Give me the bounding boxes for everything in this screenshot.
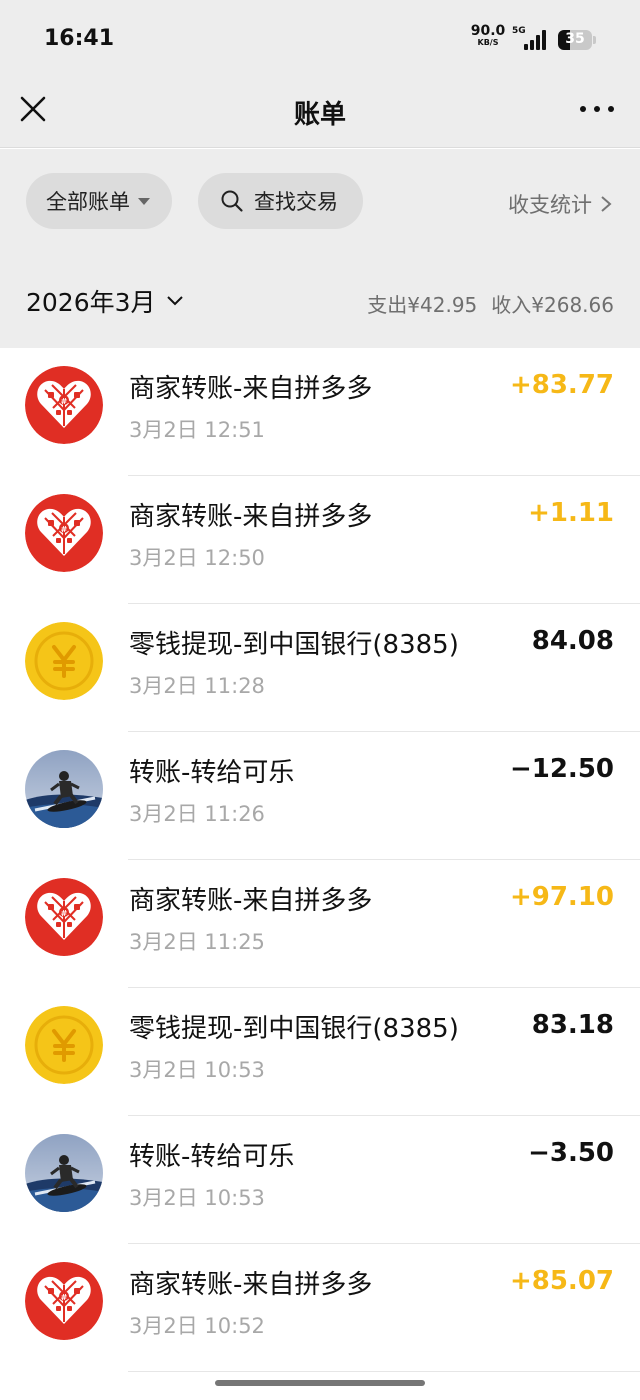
month-expense: 支出¥42.95 — [367, 293, 478, 317]
yuan-coin-icon — [25, 1006, 103, 1084]
more-icon — [580, 106, 586, 112]
transaction-time: 3月2日 10:53 — [129, 1058, 265, 1082]
transaction-list: # 商家转账-来自拼多多 3月2日 12:51 +83.77 # 商家转账-来自拼多… — [0, 348, 640, 1372]
signal-icon — [524, 30, 548, 50]
transaction-time: 3月2日 10:52 — [129, 1314, 265, 1338]
search-icon — [221, 190, 243, 212]
transaction-row[interactable]: # 商家转账-来自拼多多 3月2日 11:25 +97.10 — [0, 860, 640, 988]
pinduoduo-icon: # — [25, 366, 103, 444]
network-speed-unit: KB/S — [477, 38, 499, 47]
network-speed-value: 90.0 — [470, 23, 506, 39]
svg-text:#: # — [61, 397, 68, 406]
transaction-icon: # — [25, 878, 103, 956]
pinduoduo-icon: # — [25, 878, 103, 956]
transaction-row[interactable]: # 商家转账-来自拼多多 3月2日 12:51 +83.77 — [0, 348, 640, 476]
transaction-icon: # — [25, 1262, 103, 1340]
status-bar: 16:41 90.0 KB/S 5G 35 — [0, 0, 640, 78]
caret-down-icon — [138, 197, 150, 205]
chevron-right-icon — [601, 196, 612, 212]
search-transactions-button[interactable]: 查找交易 — [198, 173, 363, 229]
status-time: 16:41 — [44, 26, 115, 51]
transaction-time: 3月2日 12:51 — [129, 418, 265, 442]
month-summary: 支出¥42.95 收入¥268.66 — [367, 289, 614, 318]
stats-label: 收支统计 — [508, 193, 592, 217]
more-button[interactable] — [580, 96, 614, 122]
transaction-title: 零钱提现-到中国银行(8385) — [129, 630, 459, 660]
user-avatar — [25, 1134, 103, 1212]
transaction-icon — [25, 1006, 103, 1084]
transaction-row[interactable]: 转账-转给可乐 3月2日 10:53 −3.50 — [0, 1116, 640, 1244]
transaction-row[interactable]: 转账-转给可乐 3月2日 11:26 −12.50 — [0, 732, 640, 860]
filter-bar: 全部账单 查找交易 收支统计 — [0, 149, 640, 255]
transaction-title: 商家转账-来自拼多多 — [129, 374, 373, 404]
transaction-time: 3月2日 12:50 — [129, 546, 265, 570]
transaction-amount: +85.07 — [509, 1266, 614, 1296]
search-label: 查找交易 — [254, 190, 338, 214]
transaction-amount: +83.77 — [509, 370, 614, 400]
network-speed: 90.0 KB/S — [468, 24, 508, 47]
pinduoduo-icon: # — [25, 1262, 103, 1340]
income-expense-stats-link[interactable]: 收支统计 — [508, 189, 612, 219]
transaction-row[interactable]: # 商家转账-来自拼多多 3月2日 12:50 +1.11 — [0, 476, 640, 604]
transaction-icon — [25, 750, 103, 828]
home-indicator — [215, 1380, 425, 1386]
transaction-icon: # — [25, 366, 103, 444]
chevron-down-icon — [166, 296, 183, 306]
page-title: 账单 — [293, 100, 346, 130]
nav-bar: 账单 — [0, 78, 640, 148]
transaction-title: 零钱提现-到中国银行(8385) — [129, 1014, 459, 1044]
month-income: 收入¥268.66 — [491, 293, 614, 317]
transaction-row[interactable]: # 商家转账-来自拼多多 3月2日 10:52 +85.07 — [0, 1244, 640, 1372]
transaction-time: 3月2日 11:25 — [129, 930, 265, 954]
battery-icon: 35 — [558, 30, 592, 50]
month-label: 2026年3月 — [26, 288, 156, 317]
transaction-amount: −12.50 — [509, 754, 614, 784]
transaction-icon — [25, 622, 103, 700]
all-bills-dropdown[interactable]: 全部账单 — [26, 173, 172, 229]
row-divider — [128, 1371, 640, 1372]
transaction-amount: 84.08 — [531, 626, 614, 656]
user-avatar — [25, 750, 103, 828]
month-selector[interactable]: 2026年3月 — [26, 283, 184, 319]
transaction-amount: +97.10 — [509, 882, 614, 912]
battery-level: 35 — [565, 31, 585, 47]
transaction-title: 商家转账-来自拼多多 — [129, 502, 373, 532]
transaction-amount: 83.18 — [531, 1010, 614, 1040]
svg-text:#: # — [61, 1293, 68, 1302]
transaction-title: 转账-转给可乐 — [129, 758, 295, 788]
transaction-icon: # — [25, 494, 103, 572]
transaction-title: 商家转账-来自拼多多 — [129, 886, 373, 916]
transaction-icon — [25, 1134, 103, 1212]
transaction-amount: −3.50 — [528, 1138, 614, 1168]
month-header: 2026年3月 支出¥42.95 收入¥268.66 — [0, 255, 640, 348]
transaction-time: 3月2日 11:26 — [129, 802, 265, 826]
transaction-time: 3月2日 11:28 — [129, 674, 265, 698]
svg-text:#: # — [61, 525, 68, 534]
svg-text:#: # — [61, 909, 68, 918]
all-bills-label: 全部账单 — [46, 190, 130, 214]
pinduoduo-icon: # — [25, 494, 103, 572]
transaction-row[interactable]: 零钱提现-到中国银行(8385) 3月2日 11:28 84.08 — [0, 604, 640, 732]
transaction-title: 商家转账-来自拼多多 — [129, 1270, 373, 1300]
transaction-row[interactable]: 零钱提现-到中国银行(8385) 3月2日 10:53 83.18 — [0, 988, 640, 1116]
transaction-title: 转账-转给可乐 — [129, 1142, 295, 1172]
transaction-time: 3月2日 10:53 — [129, 1186, 265, 1210]
transaction-amount: +1.11 — [528, 498, 614, 528]
yuan-coin-icon — [25, 622, 103, 700]
